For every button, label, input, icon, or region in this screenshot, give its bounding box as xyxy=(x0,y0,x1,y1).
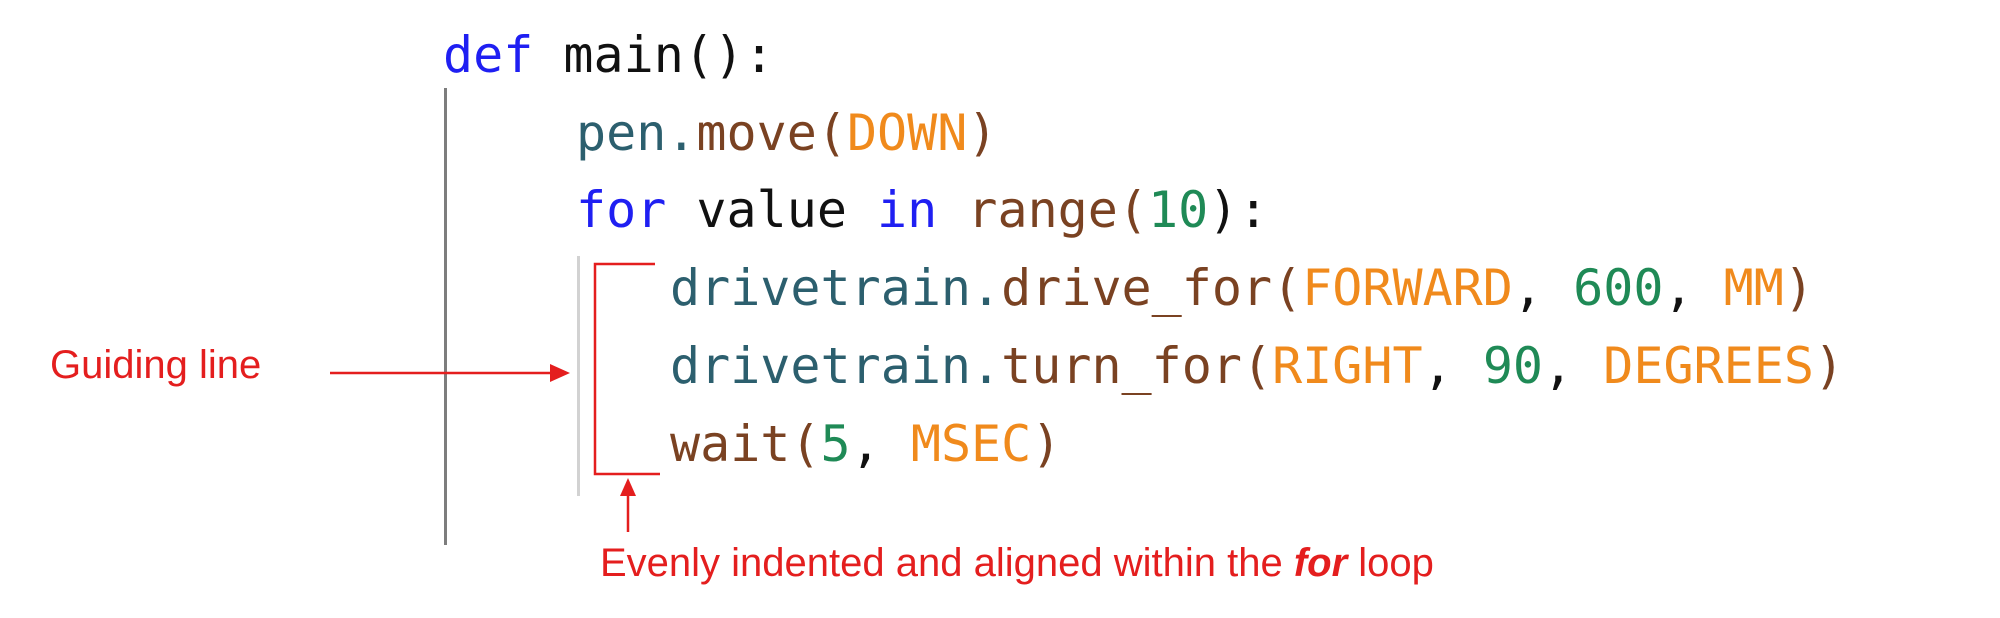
indent-note-suffix: loop xyxy=(1347,541,1434,585)
guiding-line-arrowhead xyxy=(550,364,570,382)
indent-arrowhead xyxy=(620,478,636,496)
indent-note-for-keyword: for xyxy=(1293,541,1348,585)
annotation-overlay xyxy=(330,262,660,532)
indent-bracket xyxy=(593,262,660,476)
indent-note-text: Evenly indented and aligned within the xyxy=(600,541,1294,585)
indent-note: Evenly indented and aligned within the f… xyxy=(600,543,1434,583)
guiding-line-label: Guiding line xyxy=(50,343,262,387)
